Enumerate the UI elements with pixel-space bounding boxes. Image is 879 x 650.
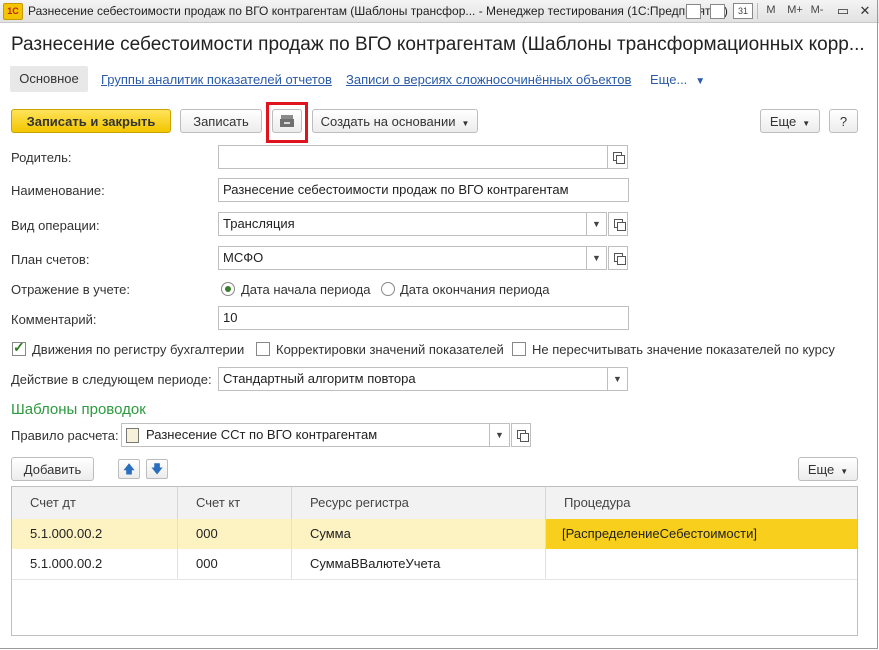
save-button[interactable]: Записать (180, 109, 262, 133)
chevron-down-icon: ▼ (461, 119, 470, 128)
operation-field[interactable]: Трансляция (218, 212, 587, 236)
minimize-icon[interactable]: ▭ (834, 2, 852, 19)
dropdown-arrow-icon[interactable]: ▼ (587, 212, 607, 236)
memory-button[interactable]: M (764, 3, 778, 18)
dropdown-arrow-icon[interactable]: ▼ (490, 423, 510, 447)
cell-debit[interactable]: 5.1.000.00.2 (12, 519, 178, 549)
page-title: Разнесение себестоимости продаж по ВГО к… (11, 34, 865, 55)
section-title-templates: Шаблоны проводок (11, 401, 146, 418)
chart-of-accounts-label: План счетов: (11, 252, 90, 267)
calendar-icon[interactable]: 31 (733, 3, 753, 19)
parent-label: Родитель: (11, 150, 72, 165)
reflection-label: Отражение в учете: (11, 282, 130, 297)
highlight-annotation (266, 102, 308, 143)
tab-more[interactable]: Еще... ▼ (650, 72, 705, 87)
window-check-icon[interactable] (686, 4, 701, 19)
checkbox-no-recalc-rate[interactable] (512, 342, 526, 356)
arrow-down-icon[interactable]: 🡇 (146, 459, 168, 479)
cell-procedure[interactable]: [РаспределениеСебестоимости] (546, 519, 857, 549)
comment-field[interactable]: 10 (218, 306, 629, 330)
chevron-down-icon: ▼ (840, 467, 849, 476)
table-row[interactable]: 5.1.000.00.2 000 СуммаВВалютеУчета (12, 549, 857, 580)
chevron-down-icon: ▼ (695, 76, 706, 87)
parent-field[interactable] (218, 145, 608, 169)
more-button[interactable]: Еще ▼ (760, 109, 820, 133)
memory-minus-button[interactable]: M- (808, 3, 826, 18)
column-header-debit[interactable]: Счет дт (12, 487, 178, 519)
checkbox-accounting-register[interactable] (12, 339, 26, 356)
table-row[interactable]: 5.1.000.00.2 000 Сумма [РаспределениеСеб… (12, 519, 857, 549)
document-icon (126, 428, 139, 443)
window-title: Разнесение себестоимости продаж по ВГО к… (28, 4, 728, 18)
radio-period-start[interactable] (221, 282, 235, 296)
templates-table: Счет дт Счет кт Ресурс регистра Процедур… (11, 486, 858, 636)
tab-more-label: Еще... (650, 72, 688, 87)
column-header-procedure[interactable]: Процедура (546, 487, 857, 519)
table-more-label: Еще (807, 462, 835, 477)
column-header-credit[interactable]: Счет кт (178, 487, 292, 519)
cell-credit[interactable]: 000 (178, 549, 292, 579)
help-button[interactable]: ? (829, 109, 858, 133)
next-period-label: Действие в следующем периоде: (11, 372, 212, 387)
create-based-on-label: Создать на основании (320, 114, 456, 129)
window-titlebar: 1С Разнесение себестоимости продаж по ВГ… (0, 0, 879, 23)
cell-credit[interactable]: 000 (178, 519, 292, 549)
open-icon[interactable] (608, 246, 628, 270)
window-doc-icon[interactable] (710, 4, 725, 19)
name-field[interactable]: Разнесение себестоимости продаж по ВГО к… (218, 178, 629, 202)
app-1c-icon[interactable]: 1С (3, 3, 23, 20)
rule-label: Правило расчета: (11, 428, 119, 443)
comment-label: Комментарий: (11, 312, 97, 327)
next-period-field[interactable]: Стандартный алгоритм повтора (218, 367, 608, 391)
close-icon[interactable]: ✕ (856, 2, 874, 19)
chart-of-accounts-field[interactable]: МСФО (218, 246, 587, 270)
memory-plus-button[interactable]: M+ (784, 3, 806, 18)
arrow-up-icon[interactable]: 🡅 (118, 459, 140, 479)
table-more-button[interactable]: Еще ▼ (798, 457, 858, 481)
radio-period-end-label[interactable]: Дата окончания периода (400, 282, 550, 297)
dropdown-arrow-icon[interactable]: ▼ (587, 246, 607, 270)
checkbox-indicator-corrections-label[interactable]: Корректировки значений показателей (276, 342, 504, 357)
checkbox-no-recalc-rate-label[interactable]: Не пересчитывать значение показателей по… (532, 342, 835, 357)
tab-indicator-groups[interactable]: Группы аналитик показателей отчетов (101, 72, 332, 87)
cell-procedure[interactable] (546, 549, 857, 579)
checkbox-accounting-register-label[interactable]: Движения по регистру бухгалтерии (32, 342, 244, 357)
chevron-down-icon: ▼ (802, 119, 811, 128)
cell-resource[interactable]: Сумма (292, 519, 546, 549)
operation-label: Вид операции: (11, 218, 100, 233)
checkbox-indicator-corrections[interactable] (256, 342, 270, 356)
create-based-on-button[interactable]: Создать на основании ▼ (312, 109, 478, 133)
name-label: Наименование: (11, 183, 105, 198)
more-label: Еще (769, 114, 797, 129)
dropdown-arrow-icon[interactable]: ▼ (608, 367, 628, 391)
rule-field[interactable]: Разнесение ССт по ВГО контрагентам (121, 423, 490, 447)
save-and-close-button[interactable]: Записать и закрыть (11, 109, 171, 133)
table-header: Счет дт Счет кт Ресурс регистра Процедур… (12, 487, 857, 520)
cell-debit[interactable]: 5.1.000.00.2 (12, 549, 178, 579)
open-icon[interactable] (511, 423, 531, 447)
column-header-resource[interactable]: Ресурс регистра (292, 487, 546, 519)
tab-main[interactable]: Основное (10, 66, 88, 92)
radio-period-start-label[interactable]: Дата начала периода (241, 282, 370, 297)
cell-resource[interactable]: СуммаВВалютеУчета (292, 549, 546, 579)
add-button[interactable]: Добавить (11, 457, 94, 481)
open-icon[interactable] (608, 145, 628, 169)
radio-period-end[interactable] (381, 282, 395, 296)
toolbar-separator (757, 3, 758, 19)
open-icon[interactable] (608, 212, 628, 236)
tab-compound-versions[interactable]: Записи о версиях сложносочинённых объект… (346, 72, 631, 87)
